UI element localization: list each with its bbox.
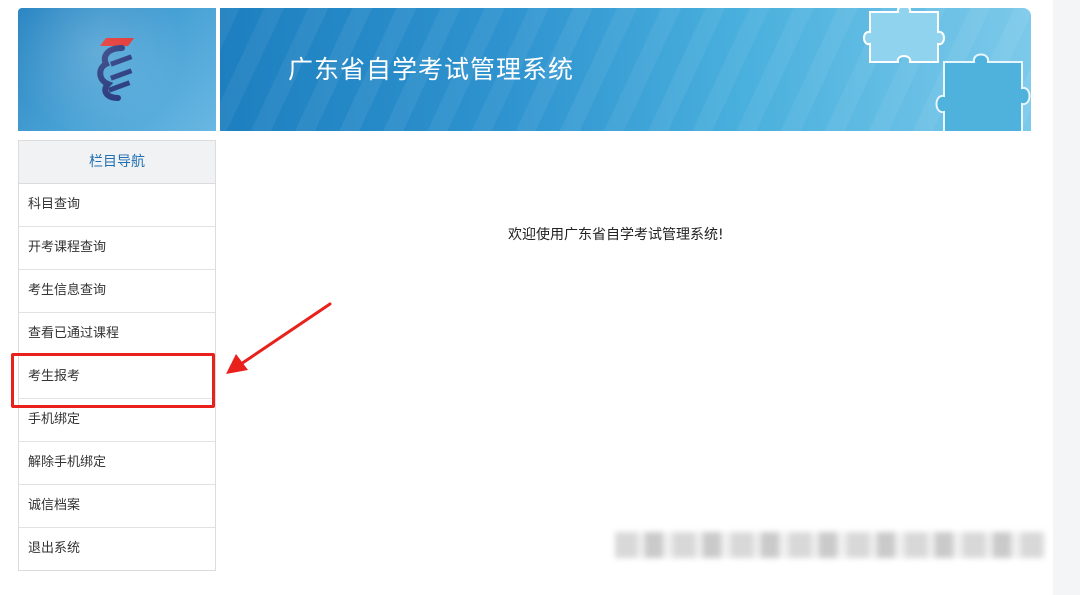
sidebar-item-subject-query[interactable]: 科目查询 xyxy=(19,184,215,227)
right-edge-strip xyxy=(1053,0,1080,595)
sidebar-item-candidate-info[interactable]: 考生信息查询 xyxy=(19,270,215,313)
sidebar-item-phone-unbinding[interactable]: 解除手机绑定 xyxy=(19,442,215,485)
puzzle-piece-icon xyxy=(935,53,1031,131)
nav-header: 栏目导航 xyxy=(19,141,215,184)
sidebar-item-course-query[interactable]: 开考课程查询 xyxy=(19,227,215,270)
sidebar-item-passed-courses[interactable]: 查看已通过课程 xyxy=(19,313,215,356)
system-title: 广东省自学考试管理系统 xyxy=(288,55,575,84)
blurred-watermark xyxy=(615,532,1045,558)
logo-icon xyxy=(97,38,134,101)
arrow-annotation-icon xyxy=(226,302,332,374)
welcome-message: 欢迎使用广东省自学考试管理系统! xyxy=(508,227,724,243)
logo-panel xyxy=(18,8,216,131)
header-banner: 广东省自学考试管理系统 xyxy=(220,8,1031,131)
sidebar-item-logout[interactable]: 退出系统 xyxy=(19,528,215,570)
highlight-annotation xyxy=(11,353,215,408)
sidebar-item-integrity-record[interactable]: 诚信档案 xyxy=(19,485,215,528)
